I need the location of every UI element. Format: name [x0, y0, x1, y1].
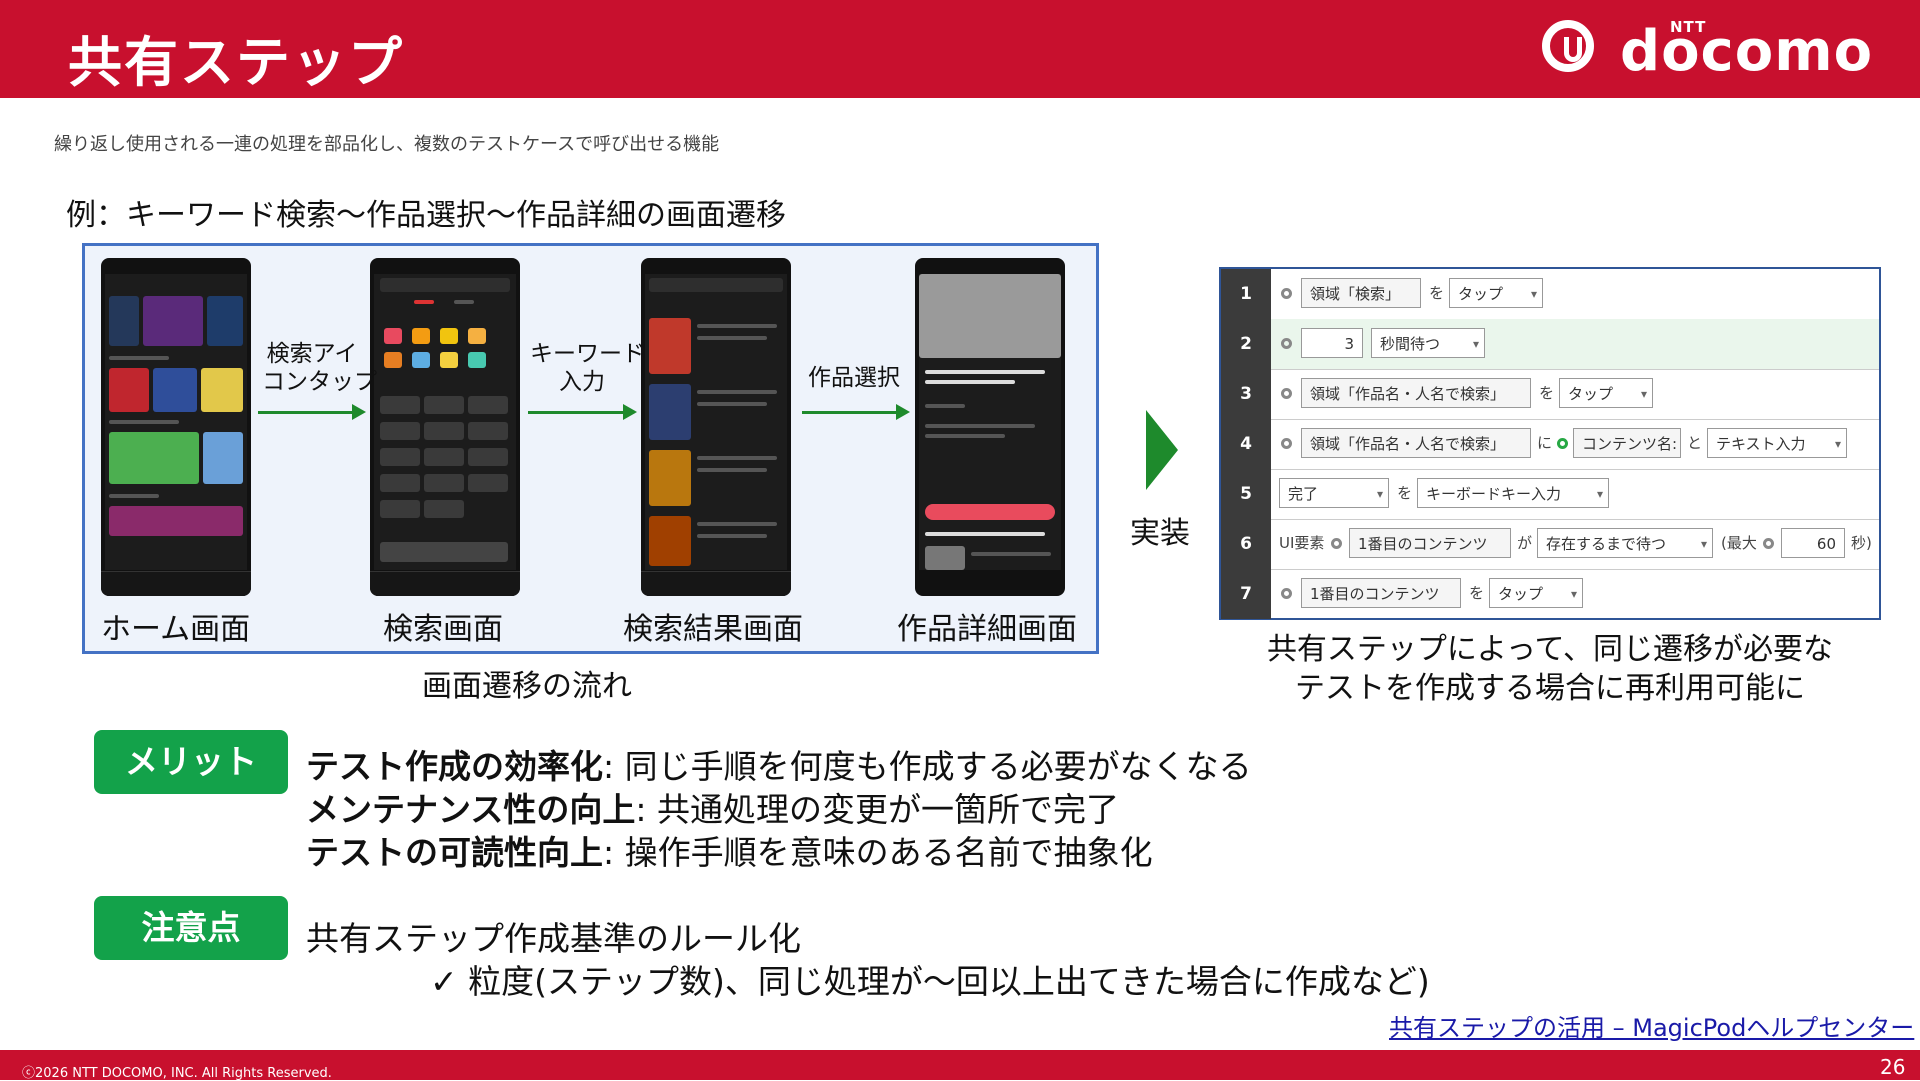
step-action-select[interactable]: 秒間待つ: [1371, 328, 1485, 359]
max-wait-label: (最大: [1721, 534, 1757, 552]
page-number: 26: [1880, 1055, 1906, 1079]
step-action-select[interactable]: タップ: [1489, 578, 1583, 609]
step-row: 6 UI要素 1番目のコンテンツ が 存在するまで待つ (最大 60 秒): [1221, 519, 1879, 570]
flow-arrow-1: [258, 404, 366, 420]
step-number: 2: [1221, 319, 1271, 369]
step-action-select[interactable]: タップ: [1449, 278, 1543, 309]
step-particle: に: [1537, 434, 1553, 452]
help-center-link[interactable]: 共有ステップの活用 – MagicPodヘルプセンター: [1389, 1008, 1914, 1043]
step-action-select[interactable]: キーボードキー入力: [1417, 478, 1609, 509]
flow-caption: 画面遷移の流れ: [422, 669, 632, 704]
implement-label: 実装: [1130, 516, 1190, 551]
step-particle: を: [1397, 484, 1413, 502]
docomo-logo: NTT docomo: [1538, 14, 1890, 86]
variable-icon: [1557, 438, 1568, 449]
screen-label-detail: 作品詳細画面: [897, 612, 1077, 647]
arrow-label-keyword-input: キーワード 入力: [530, 341, 645, 395]
steps-caption: 共有ステップによって、同じ遷移が必要な テストを作成する場合に再利用可能に: [1266, 632, 1834, 706]
step-action-select[interactable]: テキスト入力: [1707, 428, 1847, 459]
step-particle: が: [1517, 534, 1533, 552]
screen-label-results: 検索結果画面: [623, 612, 803, 647]
step-status-icon: [1281, 388, 1292, 399]
step-number: 3: [1221, 369, 1271, 419]
step-number: 4: [1221, 419, 1271, 469]
shared-step-editor: 1 領域「検索」 を タップ 2 3 秒間待つ 3 領域「作品名・人名で検索」 …: [1219, 267, 1881, 620]
caution-detail: ✓ 粒度(ステップ数)、同じ処理が～回以上出てきた場合に作成など): [430, 962, 1430, 1001]
step-status-icon: [1331, 538, 1342, 549]
step-row: 4 領域「作品名・人名で検索」 に コンテンツ名: と テキスト入力: [1221, 419, 1879, 470]
step-target[interactable]: 領域「検索」: [1301, 278, 1421, 308]
copyright: ⓒ2026 NTT DOCOMO, INC. All Rights Reserv…: [22, 1066, 332, 1081]
screen-label-search: 検索画面: [383, 612, 503, 647]
wait-seconds-input[interactable]: 3: [1301, 328, 1363, 358]
step-row: 3 領域「作品名・人名で検索」 を タップ: [1221, 369, 1879, 420]
step-element-type: UI要素: [1279, 534, 1325, 552]
step-particle: を: [1429, 284, 1445, 302]
step-particle: と: [1687, 434, 1703, 452]
detail-screen-screenshot: [915, 258, 1065, 596]
slide-subtitle: 繰り返し使用される一連の処理を部品化し、複数のテストケースで呼び出せる機能: [54, 134, 720, 155]
step-number: 7: [1221, 569, 1271, 619]
step-input-value[interactable]: コンテンツ名:: [1573, 428, 1681, 458]
step-number: 6: [1221, 519, 1271, 569]
max-wait-unit: 秒): [1851, 534, 1872, 552]
step-target[interactable]: 1番目のコンテンツ: [1301, 578, 1461, 608]
caution-badge: 注意点: [94, 896, 288, 960]
slide-title: 共有ステップ: [68, 31, 404, 94]
step-particle: を: [1539, 384, 1555, 402]
max-wait-input[interactable]: 60: [1781, 528, 1845, 558]
step-status-icon: [1281, 588, 1292, 599]
step-target[interactable]: 領域「作品名・人名で検索」: [1301, 378, 1531, 408]
merit-item: テスト作成の効率化: 同じ手順を何度も作成する必要がなくなる: [306, 747, 1252, 786]
arrow-label-search-icon-tap: 検索アイ コンタップ: [262, 341, 377, 395]
step-status-icon: [1281, 438, 1292, 449]
merit-item: テストの可読性向上: 操作手順を意味のある名前で抽象化: [306, 833, 1153, 872]
arrow-label-select-title: 作品選択: [808, 365, 900, 391]
step-row: 5 完了 を キーボードキー入力: [1221, 469, 1879, 520]
step-number: 1: [1221, 269, 1271, 319]
flow-arrow-2: [528, 404, 637, 420]
caution-line: 共有ステップ作成基準のルール化: [306, 919, 801, 958]
merit-badge: メリット: [94, 730, 288, 794]
screen-label-home: ホーム画面: [101, 612, 251, 647]
step-status-icon: [1281, 338, 1292, 349]
step-row: 1 領域「検索」 を タップ: [1221, 269, 1879, 320]
example-title: 例：キーワード検索～作品選択～作品詳細の画面遷移: [66, 198, 786, 233]
step-row: 7 1番目のコンテンツ を タップ: [1221, 569, 1879, 619]
home-screen-screenshot: [101, 258, 251, 596]
merit-item: メンテナンス性の向上: 共通処理の変更が一箇所で完了: [306, 790, 1119, 829]
step-action-select[interactable]: 存在するまで待つ: [1537, 528, 1713, 559]
flow-arrow-3: [802, 404, 910, 420]
keyboard-key-select[interactable]: 完了: [1279, 478, 1389, 509]
step-target[interactable]: 1番目のコンテンツ: [1349, 528, 1511, 558]
step-row: 2 3 秒間待つ: [1221, 319, 1879, 370]
implement-arrow-icon: [1146, 410, 1178, 490]
step-number: 5: [1221, 469, 1271, 519]
step-status-icon: [1763, 538, 1774, 549]
search-results-screenshot: [641, 258, 791, 596]
step-target[interactable]: 領域「作品名・人名で検索」: [1301, 428, 1531, 458]
logo-wordmark: docomo: [1620, 19, 1874, 84]
docomo-logo-icon: [1542, 20, 1594, 72]
step-status-icon: [1281, 288, 1292, 299]
search-screen-screenshot: [370, 258, 520, 596]
step-particle: を: [1469, 584, 1485, 602]
step-action-select[interactable]: タップ: [1559, 378, 1653, 409]
